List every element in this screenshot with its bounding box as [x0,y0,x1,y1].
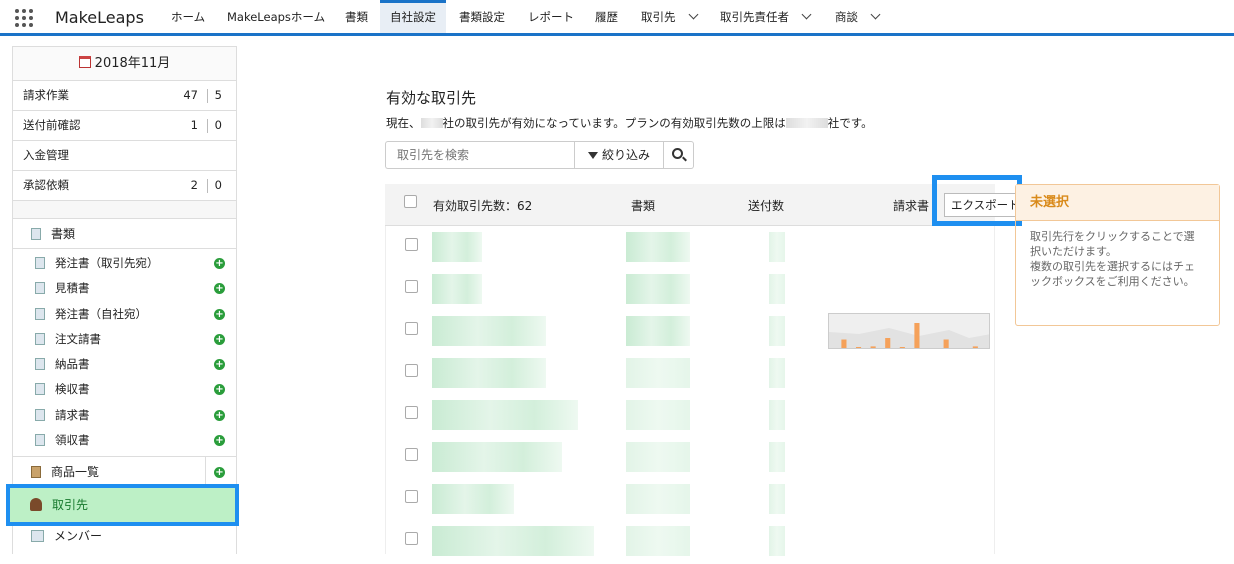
nav-client-contacts[interactable]: 取引先責任者 [710,0,820,33]
table-row[interactable] [386,228,996,270]
export-highlight [932,175,1022,226]
sparkline-svg [829,323,989,349]
chart-bar [841,339,847,348]
sidebar-divider [13,201,236,219]
add-icon[interactable]: + [214,308,225,320]
selection-panel: 未選択 取引先行をクリックすることで選択いただけます。 複数の取引先を選択するに… [1015,184,1220,326]
add-icon[interactable]: + [214,409,225,421]
sidebar-documents[interactable]: 書類 [13,219,236,249]
add-icon[interactable]: + [214,384,225,396]
table-row[interactable] [386,480,996,522]
sidebar-item-order-confirmation[interactable]: 注文請書 + [13,327,236,352]
add-icon[interactable]: + [214,258,225,269]
person-icon [30,498,42,511]
add-product-icon[interactable]: + [214,467,225,479]
nav-company-settings[interactable]: 自社設定 [380,0,446,33]
chevron-down-icon [688,9,698,20]
add-icon[interactable]: + [214,333,225,345]
table-header: 有効取引先数：62 書類 送付数 請求書 [385,184,995,226]
app-launcher-icon[interactable] [15,9,33,27]
sidebar-item-purchase-order-self[interactable]: 発注書（自社宛） + [13,302,236,327]
month-header[interactable]: 2018年11月 [13,47,236,81]
sidebar-item-receipt[interactable]: 領収書 + [13,428,236,453]
sidebar-item-acceptance[interactable]: 検収書 + [13,377,236,402]
document-icon [35,383,45,396]
redacted-limit [785,118,828,128]
sidebar-clients-selected[interactable]: 取引先 [6,484,239,526]
invoice-header[interactable]: 請求書 [893,197,929,214]
sidebar-item-purchase-order-client[interactable]: 発注書（取引先宛） + [13,251,236,276]
search-button[interactable] [664,141,694,169]
nav-clients[interactable]: 取引先 [631,0,707,33]
document-type-list: 発注書（取引先宛） + 見積書 + 発注書（自社宛） + 注文請書 + 納品書 + 検収書… [13,249,236,458]
sidebar-counter-payments[interactable]: 入金管理 [13,141,236,171]
sidebar-item-delivery-note[interactable]: 納品書 + [13,352,236,377]
document-icon [35,307,45,320]
table-row[interactable] [386,354,996,396]
table-row[interactable] [386,270,996,312]
sidebar-item-quote[interactable]: 見積書 + [13,276,236,301]
sparkline-chart [828,313,990,349]
chevron-down-icon [870,9,881,20]
add-icon[interactable]: + [214,359,225,371]
table-row[interactable] [386,396,996,438]
nav-reports[interactable]: レポート [518,0,584,33]
table-row[interactable] [386,522,996,564]
document-icon [35,408,45,421]
top-nav: MakeLeaps ホーム MakeLeapsホーム 書類 自社設定 書類設定 … [0,0,1234,36]
select-all-checkbox[interactable] [404,195,417,208]
filter-button[interactable]: 絞り込み [574,141,664,169]
area-background [829,328,989,348]
document-icon [35,332,45,345]
table-row[interactable] [386,438,996,480]
nav-home[interactable]: ホーム [161,0,215,33]
document-icon [35,282,45,295]
sidebar-counter-pre-send[interactable]: 送付前確認 1 0 [13,111,236,141]
nav-history[interactable]: 履歴 [585,0,628,33]
chart-bar [972,346,978,348]
selection-panel-title: 未選択 [1016,185,1219,221]
filter-icon [587,152,598,159]
sidebar-products[interactable]: 商品一覧 + [13,457,236,488]
chart-bar [885,338,891,348]
documents-header[interactable]: 書類 [631,197,655,214]
search-icon [672,148,683,159]
sidebar-counter-billing[interactable]: 請求作業 47 5 [13,81,236,111]
add-icon[interactable]: + [214,435,225,447]
nav-document-settings[interactable]: 書類設定 [449,0,515,33]
nav-makeleaps-home[interactable]: MakeLeapsホーム [217,0,335,33]
nav-deals[interactable]: 商談 [825,0,889,33]
chart-bar [958,348,963,349]
chevron-down-icon [801,9,812,20]
document-icon [35,434,45,447]
sidebar-item-invoice[interactable]: 請求書 + [13,403,236,428]
page-description: 現在、 社の取引先が有効になっています。プランの有効取引先数の上限は 社です。 [386,116,873,130]
selection-panel-body: 取引先行をクリックすることで選択いただけます。 複数の取引先を選択するにはチェッ… [1030,230,1195,288]
document-icon [31,228,41,240]
document-icon [35,358,45,371]
chart-bar [943,339,949,348]
chart-bar [899,347,905,348]
chart-bar [914,323,920,348]
client-search-input[interactable] [385,141,574,169]
add-icon[interactable]: + [214,283,225,295]
sidebar-counter-approvals[interactable]: 承認依頼 2 0 [13,171,236,201]
chart-bar [870,346,876,348]
client-table [385,226,996,556]
sent-header[interactable]: 送付数 [748,197,784,214]
page-title: 有効な取引先 [386,89,477,107]
count-header: 有効取引先数：62 [433,199,533,213]
products-icon [31,466,41,479]
redacted-count [420,118,443,128]
brand-name[interactable]: MakeLeaps [55,8,144,27]
chart-bar [855,347,862,348]
calendar-icon [78,56,91,68]
members-icon [31,530,44,542]
sidebar: 2018年11月 請求作業 47 5 送付前確認 1 0 入金管理 承認依頼 2 0 書類 … [12,46,237,554]
document-icon [35,257,45,269]
nav-documents[interactable]: 書類 [335,0,378,33]
chart-bar [929,348,934,349]
